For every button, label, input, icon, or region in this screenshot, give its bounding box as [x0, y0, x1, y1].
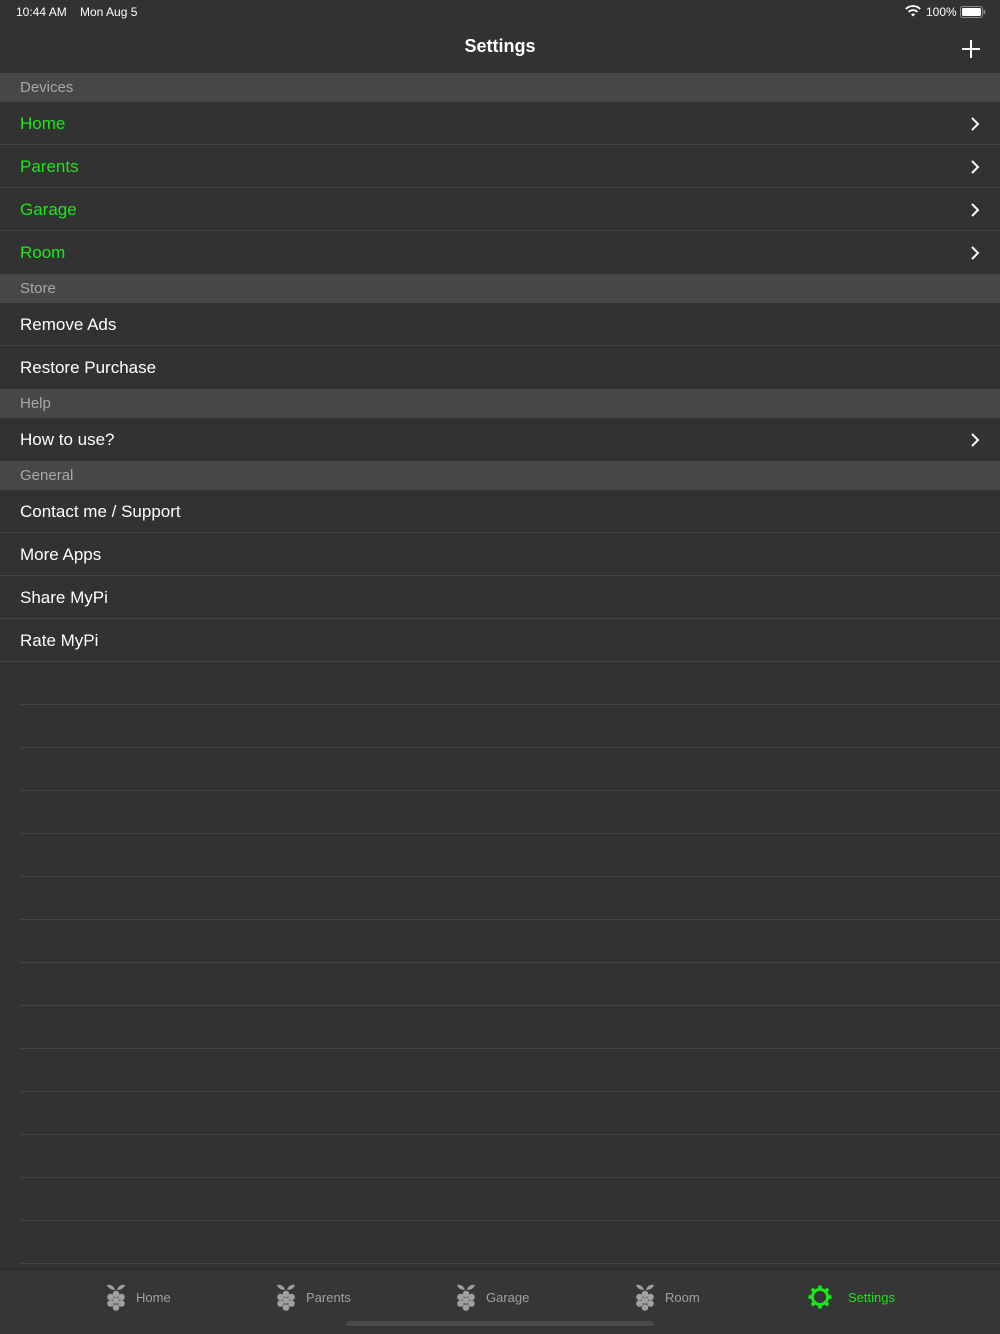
battery-percent: 100%: [926, 5, 957, 19]
restore-purchase-row[interactable]: Restore Purchase: [0, 346, 1000, 389]
chevron-right-icon: [971, 246, 980, 260]
section-header-store: Store: [0, 274, 1000, 303]
home-indicator: [346, 1321, 654, 1326]
share-mypi-row[interactable]: Share MyPi: [0, 576, 1000, 619]
chevron-right-icon: [971, 160, 980, 174]
row-separator: [20, 876, 1000, 877]
row-label: How to use?: [20, 430, 115, 449]
row-label: Remove Ads: [20, 315, 117, 334]
tab-home[interactable]: Home: [104, 1280, 171, 1314]
device-row-room[interactable]: Room: [0, 231, 1000, 274]
tab-parents[interactable]: Parents: [274, 1280, 351, 1314]
tab-garage[interactable]: Garage: [454, 1280, 529, 1314]
row-label: Restore Purchase: [20, 358, 157, 377]
status-time: 10:44 AM: [16, 5, 67, 19]
status-date: Mon Aug 5: [80, 5, 138, 19]
row-separator: [20, 1048, 1000, 1049]
chevron-right-icon: [971, 433, 980, 447]
navigation-bar: Settings: [0, 24, 1000, 73]
tab-room[interactable]: Room: [633, 1280, 700, 1314]
device-row-home[interactable]: Home: [0, 102, 1000, 145]
row-label: Contact me / Support: [20, 502, 181, 521]
row-separator: [20, 833, 1000, 834]
row-separator: [20, 704, 1000, 705]
row-separator: [20, 1263, 1000, 1264]
battery-icon: [960, 6, 986, 18]
row-separator: [20, 1177, 1000, 1178]
row-separator: [20, 1091, 1000, 1092]
tab-label: Parents: [306, 1289, 351, 1305]
more-apps-row[interactable]: More Apps: [0, 533, 1000, 576]
section-header-help: Help: [0, 389, 1000, 418]
row-label: Rate MyPi: [20, 631, 99, 650]
plus-icon[interactable]: [958, 36, 984, 62]
row-separator: [20, 790, 1000, 791]
page-title: Settings: [464, 36, 536, 56]
device-row-parents[interactable]: Parents: [0, 145, 1000, 188]
raspberry-icon: [457, 1284, 475, 1311]
row-separator: [20, 747, 1000, 748]
section-header-devices: Devices: [0, 73, 1000, 102]
device-label: Parents: [20, 157, 79, 176]
device-row-garage[interactable]: Garage: [0, 188, 1000, 231]
how-to-use-row[interactable]: How to use?: [0, 418, 1000, 461]
status-bar: 10:44 AM Mon Aug 5 100%: [0, 0, 1000, 24]
contact-support-row[interactable]: Contact me / Support: [0, 490, 1000, 533]
row-separator: [20, 1134, 1000, 1135]
tab-label: Home: [136, 1289, 171, 1305]
chevron-right-icon: [971, 117, 980, 131]
tab-label: Room: [665, 1289, 700, 1305]
raspberry-icon: [277, 1284, 295, 1311]
section-header-general: General: [0, 461, 1000, 490]
row-separator: [20, 1005, 1000, 1006]
row-label: Share MyPi: [20, 588, 108, 607]
row-separator: [20, 919, 1000, 920]
row-separator: [20, 1220, 1000, 1221]
tab-settings[interactable]: Settings: [808, 1280, 895, 1314]
gear-icon: [808, 1285, 832, 1309]
tab-label: Settings: [848, 1289, 895, 1305]
device-label: Home: [20, 114, 66, 133]
chevron-right-icon: [971, 203, 980, 217]
raspberry-icon: [636, 1284, 654, 1311]
device-label: Garage: [20, 200, 77, 219]
row-label: More Apps: [20, 545, 102, 564]
raspberry-icon: [107, 1284, 125, 1311]
settings-table: Devices Home Parents Garage Room Store R…: [0, 73, 1000, 662]
device-label: Room: [20, 243, 66, 262]
remove-ads-row[interactable]: Remove Ads: [0, 303, 1000, 346]
rate-mypi-row[interactable]: Rate MyPi: [0, 619, 1000, 662]
empty-table-area: [0, 662, 1000, 1270]
wifi-icon: [905, 5, 921, 17]
tab-label: Garage: [486, 1289, 530, 1305]
row-separator: [20, 962, 1000, 963]
